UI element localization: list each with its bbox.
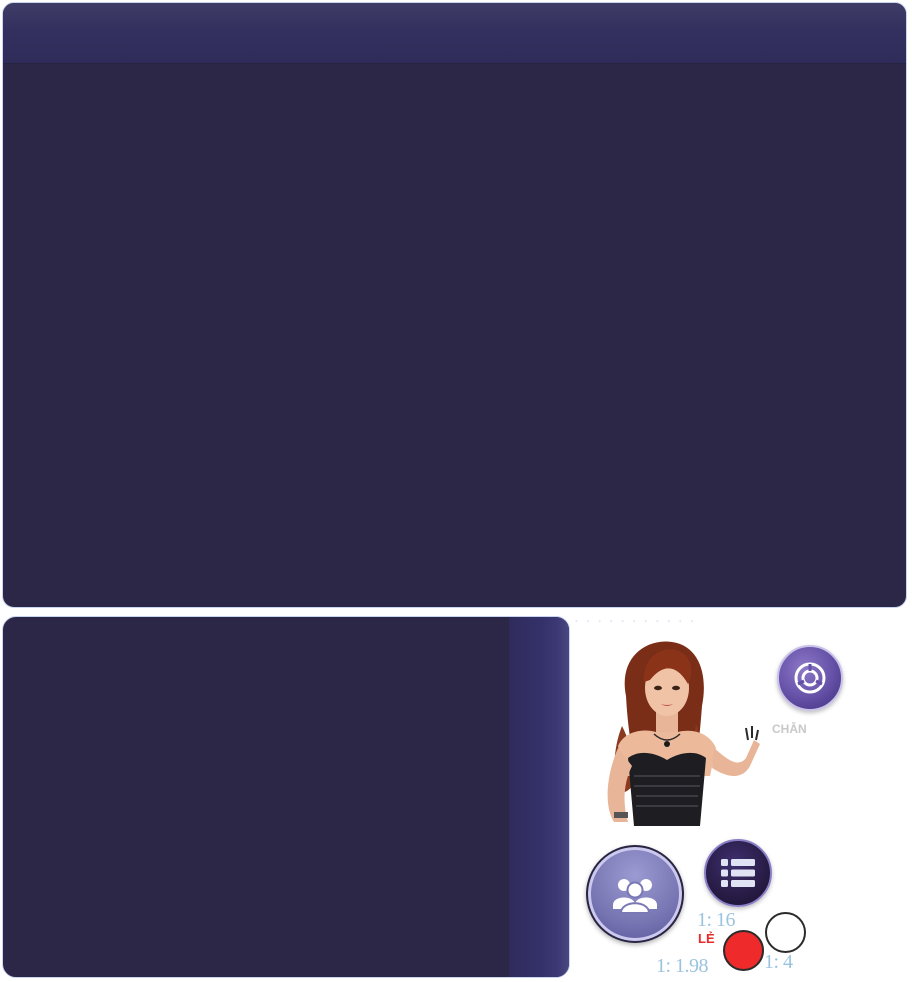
dealer-illustration bbox=[607, 641, 760, 826]
le-label: LẺ bbox=[698, 931, 715, 946]
white-chip[interactable] bbox=[765, 912, 806, 953]
odds-one-four: 1: 4 bbox=[764, 951, 793, 973]
players-button[interactable] bbox=[586, 845, 684, 943]
watermark-text: ‧ ‧ ‧ ‧ ‧ ‧ ‧ ‧ ‧ ‧ ‧ bbox=[574, 614, 696, 631]
bottom-panel-side-strip bbox=[509, 617, 569, 977]
chan-label: CHẴN bbox=[772, 722, 807, 736]
top-panel-header bbox=[3, 3, 906, 64]
odds-one-sixteen: 1: 16 bbox=[697, 909, 736, 931]
list-icon bbox=[721, 859, 755, 887]
history-button[interactable] bbox=[777, 645, 843, 711]
pie-chart-history-icon bbox=[794, 662, 826, 694]
bottom-panel bbox=[2, 616, 570, 978]
top-panel bbox=[2, 2, 907, 608]
list-button[interactable] bbox=[704, 839, 772, 907]
users-group-icon bbox=[613, 879, 657, 914]
odds-one-one-ninety-eight: 1: 1.98 bbox=[656, 955, 709, 977]
red-chip[interactable] bbox=[723, 930, 764, 971]
